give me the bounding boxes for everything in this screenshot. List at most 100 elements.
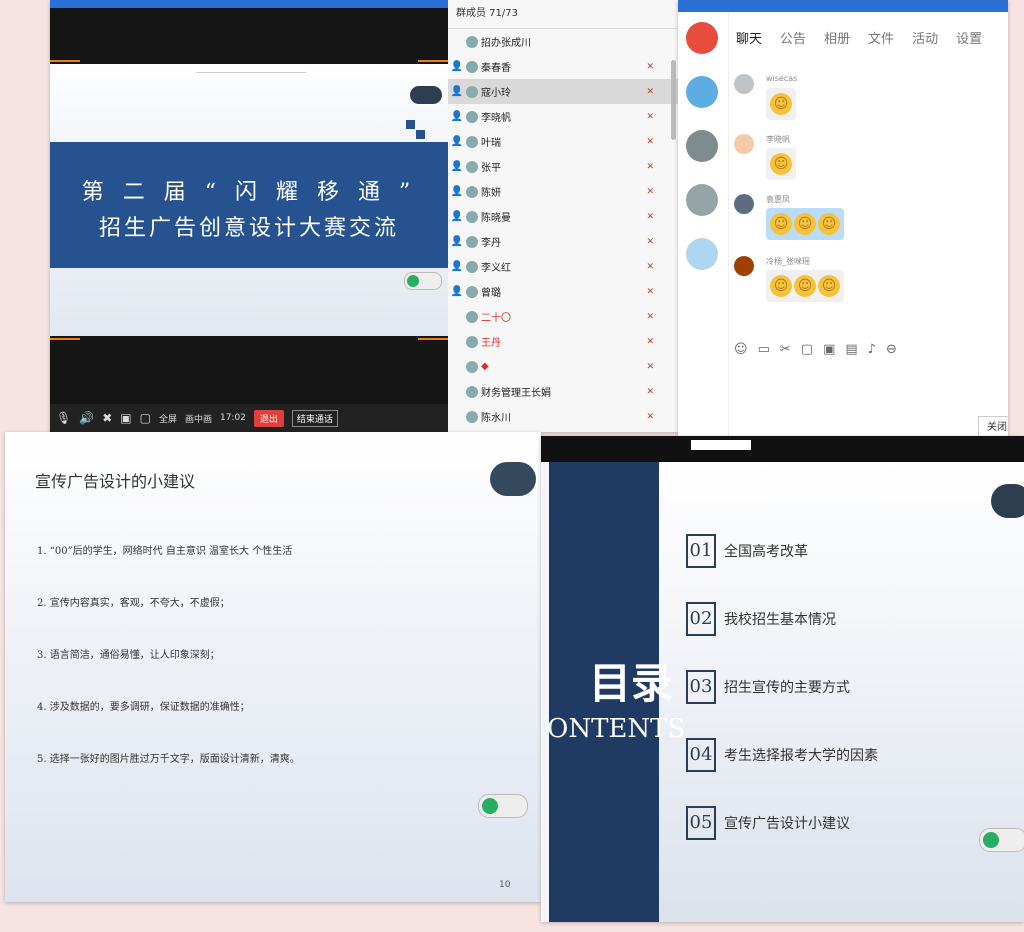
slide-title-line1: 第 二 届 “ 闪 耀 移 通 ” <box>81 180 417 205</box>
member-name: 秦春香 <box>481 63 511 74</box>
speaker-icon[interactable]: 🔊 <box>79 411 94 425</box>
slide-title-band: 第 二 届 “ 闪 耀 移 通 ” 招生广告创意设计大赛交流 <box>50 142 448 268</box>
contact-avatar[interactable] <box>686 184 718 216</box>
member-name: 张平 <box>481 163 501 174</box>
folder-icon[interactable]: ▢ <box>801 342 813 357</box>
mic-muted-icon: ✕ <box>646 386 654 397</box>
slide-title: 宣传广告设计的小建议 <box>35 472 196 491</box>
mic-icon[interactable]: 🎙 <box>56 411 71 425</box>
toc-label: 全国高考改革 <box>724 544 808 560</box>
member-row[interactable]: 陈水川 ✕ <box>448 404 678 429</box>
member-name: 叶瑞 <box>481 138 501 149</box>
avatar[interactable] <box>734 134 754 154</box>
member-name: 李丹 <box>481 238 501 249</box>
smile-icon[interactable]: ☺ <box>734 342 748 357</box>
member-role-icon: 👤 <box>450 86 464 97</box>
contact-avatar[interactable] <box>686 130 718 162</box>
tab-5[interactable]: 设置 <box>956 28 982 47</box>
toc-item: 05 宣传广告设计小建议 <box>686 806 850 840</box>
image-icon[interactable]: ▣ <box>823 342 835 357</box>
chat-input-toolbar: ☺ ▭ ✂ ▢ ▣ ▤ ♪ ⊖ <box>734 342 897 357</box>
member-role-icon: 👤 <box>450 61 464 72</box>
decor-square <box>406 120 415 129</box>
mic-muted-icon: ✕ <box>646 61 654 72</box>
member-row[interactable]: 👤 张平 ✕ <box>448 154 678 179</box>
toc-label: 考生选择报考大学的因素 <box>724 748 878 764</box>
network-pill <box>979 828 1024 852</box>
avatar[interactable] <box>734 256 754 276</box>
member-row[interactable]: 👤 曾璐 ✕ <box>448 279 678 304</box>
contact-avatar[interactable] <box>686 238 718 270</box>
status-badge <box>991 484 1024 518</box>
emoji-icon: ☺ <box>794 213 816 235</box>
avatar[interactable] <box>734 194 754 214</box>
more-icon[interactable]: ⊖ <box>886 342 897 357</box>
member-name: 财务管理王长娟 <box>481 388 551 399</box>
emoji-icon: ☺ <box>818 213 840 235</box>
contents-heading-cn: 目录 <box>589 659 674 708</box>
frame-mark <box>418 338 448 340</box>
gif-icon[interactable]: ▭ <box>758 342 770 357</box>
member-row[interactable]: 财务管理王长娟 ✕ <box>448 379 678 404</box>
member-row[interactable]: ◆ ✕ <box>448 354 678 379</box>
scissors-icon[interactable]: ✂ <box>780 342 791 357</box>
fullscreen-button[interactable]: 全屏 <box>159 412 177 425</box>
member-row[interactable]: 👤 李晓帆 ✕ <box>448 104 678 129</box>
toc-label: 我校招生基本情况 <box>724 612 836 628</box>
toc-number: 03 <box>686 670 716 704</box>
bell-icon[interactable]: ♪ <box>868 342 876 357</box>
member-role-icon: 👤 <box>450 111 464 122</box>
avatar[interactable] <box>734 74 754 94</box>
member-name: 李义红 <box>481 263 511 274</box>
member-row[interactable]: 二十〇 ✕ <box>448 304 678 329</box>
sender-name: 冷杨_张咪瑶 <box>766 257 810 266</box>
member-row[interactable]: 王丹 ✕ <box>448 329 678 354</box>
tip-item: 2. 宣传内容真实，客观，不夸大，不虚假； <box>37 598 230 609</box>
contact-avatar[interactable] <box>686 76 718 108</box>
member-row[interactable]: 👤 寇小玲 ✕ <box>448 79 678 104</box>
avatar <box>466 260 478 273</box>
tab-0[interactable]: 聊天 <box>736 28 762 47</box>
avatar <box>466 135 478 148</box>
avatar <box>466 285 478 298</box>
end-call-button[interactable]: 结束通话 <box>291 409 338 427</box>
member-row[interactable]: 👤 陈妍 ✕ <box>448 179 678 204</box>
member-role-icon: 👤 <box>450 236 464 247</box>
emoji-icon: ☺ <box>770 275 792 297</box>
member-role-icon: 👤 <box>450 286 464 297</box>
tab-3[interactable]: 文件 <box>868 28 894 47</box>
member-row[interactable]: 👤 李义红 ✕ <box>448 254 678 279</box>
avatar <box>466 85 478 98</box>
mic-muted-icon: ✕ <box>646 286 654 297</box>
group-avatar[interactable] <box>686 22 718 54</box>
avatar <box>466 160 478 173</box>
tab-2[interactable]: 相册 <box>824 28 850 47</box>
whiteboard-icon[interactable]: ▢ <box>140 411 151 425</box>
member-name: 王丹 <box>481 338 501 349</box>
sender-name: 袁惠凤 <box>766 195 790 204</box>
member-row[interactable]: 招办张成川 <box>448 29 678 54</box>
avatar <box>466 410 478 423</box>
slide-toolbar <box>196 64 306 73</box>
toc-number: 05 <box>686 806 716 840</box>
tab-1[interactable]: 公告 <box>780 28 806 47</box>
frame-mark <box>418 60 448 62</box>
member-scrollbar[interactable] <box>671 60 676 140</box>
member-name: 陈妍 <box>481 188 501 199</box>
share-screen-icon[interactable]: ▣ <box>120 411 131 425</box>
exit-button[interactable]: 退出 <box>253 409 284 427</box>
member-row[interactable]: 👤 陈晓曼 ✕ <box>448 204 678 229</box>
tab-4[interactable]: 活动 <box>912 28 938 47</box>
pip-button[interactable]: 画中画 <box>185 412 212 425</box>
message-bubble: ☺ <box>766 88 796 120</box>
shared-screen-view: 第 二 届 “ 闪 耀 移 通 ” 招生广告创意设计大赛交流 🎙 🔊 ✖ ▣ ▢… <box>50 0 448 432</box>
member-row[interactable]: 👤 秦春香 ✕ <box>448 54 678 79</box>
member-row[interactable]: 👤 叶瑞 ✕ <box>448 129 678 154</box>
toc-number: 01 <box>686 534 716 568</box>
camera-off-icon[interactable]: ✖ <box>102 411 112 425</box>
member-role-icon: 👤 <box>450 186 464 197</box>
member-name: 曾璐 <box>481 288 501 299</box>
mic-muted-icon: ✕ <box>646 411 654 422</box>
picture-icon[interactable]: ▤ <box>845 342 857 357</box>
member-row[interactable]: 👤 李丹 ✕ <box>448 229 678 254</box>
